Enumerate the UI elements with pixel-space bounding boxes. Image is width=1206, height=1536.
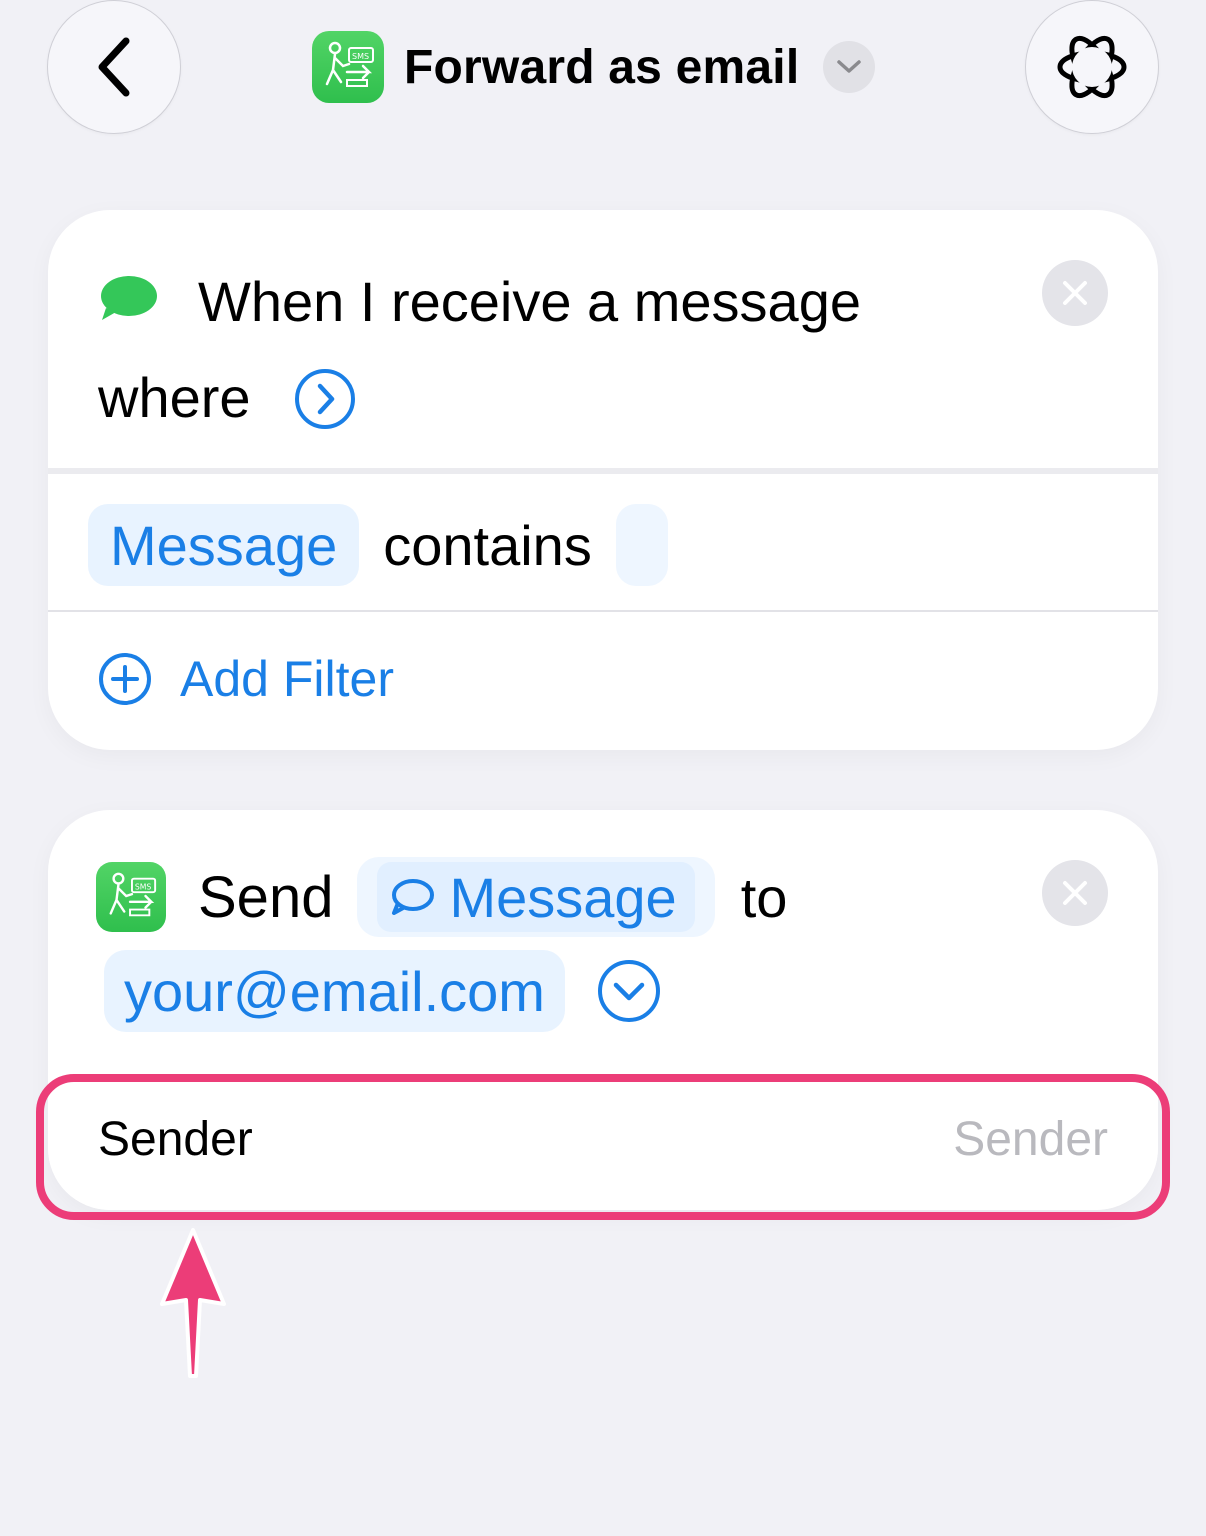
recipient-email-token[interactable]: your@email.com xyxy=(104,950,565,1032)
highlight-box xyxy=(36,1074,1170,1220)
filter-row: Message contains xyxy=(88,504,668,586)
shortcut-title: Forward as email xyxy=(404,40,800,94)
chevron-down-icon xyxy=(837,60,862,73)
divider xyxy=(48,610,1158,612)
filter-field-token[interactable]: Message xyxy=(88,504,360,586)
shortcut-editor: SMS Forward as email When I receive a me… xyxy=(0,0,1206,1536)
app-icon: SMS xyxy=(312,31,384,103)
remove-action-button[interactable] xyxy=(1042,860,1108,926)
apple-intelligence-icon xyxy=(1057,35,1127,99)
to-label: to xyxy=(740,865,788,929)
trigger-title: When I receive a message xyxy=(198,270,861,333)
chevron-down-circle-icon[interactable] xyxy=(597,959,661,1023)
where-label: where xyxy=(98,366,251,429)
filter-value-token[interactable] xyxy=(615,504,668,586)
plus-circle-icon xyxy=(99,653,151,705)
divider xyxy=(48,468,1158,474)
message-variable-pill: Message xyxy=(377,862,695,932)
shortcut-title-menu[interactable]: SMS Forward as email xyxy=(312,30,876,104)
add-filter-label: Add Filter xyxy=(180,651,394,707)
trigger-card: When I receive a message where Message c… xyxy=(48,210,1158,750)
messages-icon xyxy=(101,276,157,320)
app-icon: SMS xyxy=(96,862,166,932)
recipient-row: your@email.com xyxy=(104,950,661,1032)
apple-intelligence-button[interactable] xyxy=(1025,0,1159,134)
svg-text:SMS: SMS xyxy=(135,882,152,891)
add-filter-button[interactable]: Add Filter xyxy=(98,650,394,708)
filter-operator[interactable]: contains xyxy=(383,513,592,578)
send-verb: Send xyxy=(198,864,334,930)
close-icon xyxy=(1063,881,1087,905)
close-icon xyxy=(1063,281,1087,305)
svg-text:SMS: SMS xyxy=(352,52,369,61)
message-bubble-icon xyxy=(392,879,435,915)
sms-forward-icon: SMS xyxy=(109,872,157,917)
message-variable-token[interactable]: Message xyxy=(357,857,715,937)
sms-forward-icon: SMS xyxy=(325,41,374,87)
title-dropdown-button[interactable] xyxy=(823,41,876,93)
chevron-left-icon xyxy=(98,37,130,97)
message-variable-label: Message xyxy=(449,865,677,929)
remove-trigger-button[interactable] xyxy=(1042,260,1108,326)
back-button[interactable] xyxy=(47,0,181,134)
chevron-right-circle-icon[interactable] xyxy=(294,368,356,430)
send-row: SMS Send Message to xyxy=(96,856,787,938)
arrow-up-icon xyxy=(160,1228,226,1378)
